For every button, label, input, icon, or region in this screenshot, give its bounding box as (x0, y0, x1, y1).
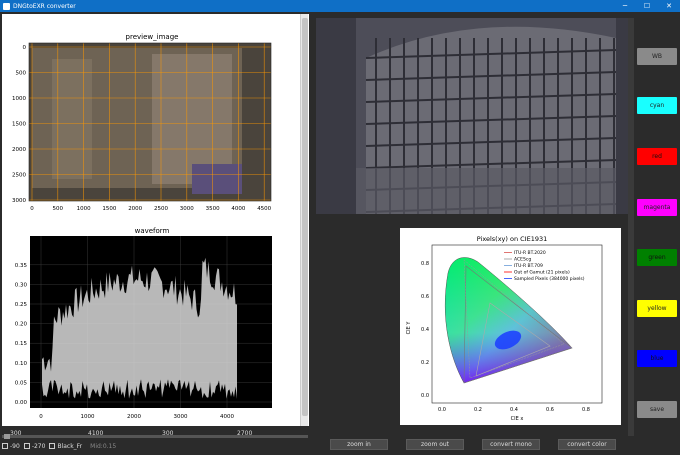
waveform-x-tick: 2000 (127, 414, 141, 420)
yellow-button[interactable]: yellow (637, 300, 677, 317)
save-button[interactable]: save (637, 401, 677, 418)
minimize-button[interactable]: ─ (614, 0, 636, 12)
cie-y-tick: 0.6 (421, 294, 429, 300)
wb-button[interactable]: WB (637, 48, 677, 65)
legend-label: ACEScg (514, 257, 531, 263)
waveform-y-tick: 0.15 (15, 341, 28, 347)
waveform-title: waveform (135, 227, 170, 235)
waveform-y-tick: 0.00 (15, 400, 28, 406)
building-photo (356, 18, 616, 214)
cie-y-tick: 0.2 (421, 360, 429, 366)
cie-x-tick: 0.8 (582, 407, 590, 413)
cie-x-axis: 0.0 0.2 0.4 0.6 0.8 (438, 407, 590, 413)
zoom-out-button[interactable]: zoom out (406, 439, 464, 450)
cie-y-label: CIE Y (406, 321, 412, 335)
bottom-toolbar: zoom in zoom out convert mono convert co… (316, 439, 628, 451)
green-button[interactable]: green (637, 249, 677, 266)
checkbox-rotate-minus-90[interactable]: -90 (2, 443, 20, 450)
preview-y-tick: 500 (16, 71, 27, 77)
horizontal-scroll-thumb[interactable] (4, 434, 10, 439)
legend-label: ITU-R BT.2020 (514, 250, 546, 256)
preview-x-tick: 500 (53, 206, 64, 212)
waveform-y-tick: 0.10 (15, 361, 28, 367)
plots-canvas: preview_image 0 500 1000 1500 2000 2500 3000 0… (12, 33, 272, 420)
cie-title: Pixels(xy) on CIE1931 (477, 235, 548, 243)
checkbox-label: -270 (31, 442, 46, 450)
cie-x-tick: 0.2 (474, 407, 482, 413)
zoom-in-button[interactable]: zoom in (330, 439, 388, 450)
window-title: DNGtoEXR converter (13, 2, 76, 10)
waveform-x-axis: 0 1000 2000 3000 4000 (39, 414, 234, 420)
checkbox-label: Black_Fr (57, 442, 83, 450)
checkbox-black-frame[interactable]: Black_Fr (49, 443, 82, 450)
legend-label: Sampled Pixels (384000 pixels) (514, 276, 585, 282)
red-button[interactable]: red (637, 148, 677, 165)
cie-x-label: CIE x (511, 416, 524, 422)
checkbox-box[interactable] (2, 443, 8, 449)
cyan-button[interactable]: cyan (637, 97, 677, 114)
convert-color-button[interactable]: convert color (558, 439, 616, 450)
checkbox-box[interactable] (49, 443, 56, 449)
plots-panel: preview_image 0 500 1000 1500 2000 2500 3000 0… (2, 14, 309, 426)
waveform-y-axis: 0.00 0.05 0.10 0.15 0.20 0.25 0.30 0.35 (15, 263, 28, 406)
waveform-y-tick: 0.20 (15, 322, 28, 328)
preview-y-tick: 2000 (12, 147, 26, 153)
preview-y-axis: 0 500 1000 1500 2000 2500 3000 (12, 45, 27, 204)
preview-x-tick: 2000 (128, 206, 142, 212)
preview-title: preview_image (126, 33, 179, 41)
preview-x-tick: 2500 (154, 206, 168, 212)
waveform-x-tick: 4000 (220, 414, 234, 420)
legend-label: Out of Gamut (21 pixels) (514, 270, 570, 276)
preview-purple-region (192, 164, 242, 194)
preview-x-tick: 0 (30, 206, 34, 212)
cie-y-axis: 0.0 0.2 0.4 0.6 0.8 (421, 261, 429, 399)
side-toolbar: WB cyan red magenta green yellow blue sa… (637, 40, 677, 420)
preview-x-axis: 0 500 1000 1500 2000 2500 3000 3500 4000 4500 (30, 206, 271, 212)
preview-y-tick: 0 (23, 45, 27, 51)
checkbox-rotate-minus-270[interactable]: -270 (23, 442, 46, 450)
checkbox-label: -90 (10, 442, 20, 450)
waveform-y-tick: 0.30 (15, 282, 28, 288)
maximize-button[interactable]: ☐ (636, 0, 658, 12)
rotation-options: -90 -270 Black_Fr Mid:0.15 (2, 440, 116, 452)
plots-scroll-thumb[interactable] (302, 18, 308, 416)
cie-y-tick: 0.4 (421, 327, 429, 333)
preview-y-tick: 1000 (12, 96, 26, 102)
cie-chart: Pixels(xy) on CIE1931 ITU-R BT.2020 ACESc… (400, 228, 621, 425)
cie-x-tick: 0.0 (438, 407, 446, 413)
convert-mono-button[interactable]: convert mono (482, 439, 540, 450)
preview-y-tick: 1500 (12, 122, 26, 128)
waveform-x-tick: 0 (39, 414, 43, 420)
preview-y-tick: 2500 (12, 173, 26, 179)
right-scrollbar[interactable] (628, 18, 634, 436)
close-button[interactable]: ✕ (658, 0, 680, 12)
blue-button[interactable]: blue (637, 350, 677, 367)
waveform-y-tick: 0.25 (15, 302, 28, 308)
cie-x-tick: 0.4 (510, 407, 518, 413)
cie-canvas: Pixels(xy) on CIE1931 ITU-R BT.2020ACESc… (406, 235, 603, 422)
waveform-y-tick: 0.35 (15, 263, 28, 269)
app-icon (3, 2, 10, 10)
cie-y-tick: 0.8 (421, 261, 429, 267)
waveform-y-tick: 0.05 (15, 380, 28, 386)
image-viewer[interactable] (316, 18, 628, 214)
preview-x-tick: 1000 (77, 206, 91, 212)
plots-scrollbar[interactable] (300, 14, 308, 426)
preview-x-tick: 4500 (257, 206, 271, 212)
cie-y-tick: 0.0 (421, 393, 429, 399)
status-text: Mid:0.15 (90, 442, 117, 450)
legend-label: ITU-R BT.709 (514, 263, 543, 269)
magenta-button[interactable]: magenta (637, 199, 677, 216)
preview-y-tick: 3000 (12, 198, 26, 204)
horizontal-scrollbar[interactable] (2, 434, 308, 439)
preview-x-tick: 3500 (206, 206, 220, 212)
cie-x-tick: 0.6 (546, 407, 554, 413)
preview-x-tick: 3000 (180, 206, 194, 212)
preview-x-tick: 4000 (231, 206, 245, 212)
checkbox-box[interactable] (23, 443, 30, 449)
title-bar: DNGtoEXR converter ─ ☐ ✕ (0, 0, 680, 12)
waveform-x-tick: 1000 (81, 414, 95, 420)
waveform-x-tick: 3000 (174, 414, 188, 420)
preview-x-tick: 1500 (102, 206, 116, 212)
